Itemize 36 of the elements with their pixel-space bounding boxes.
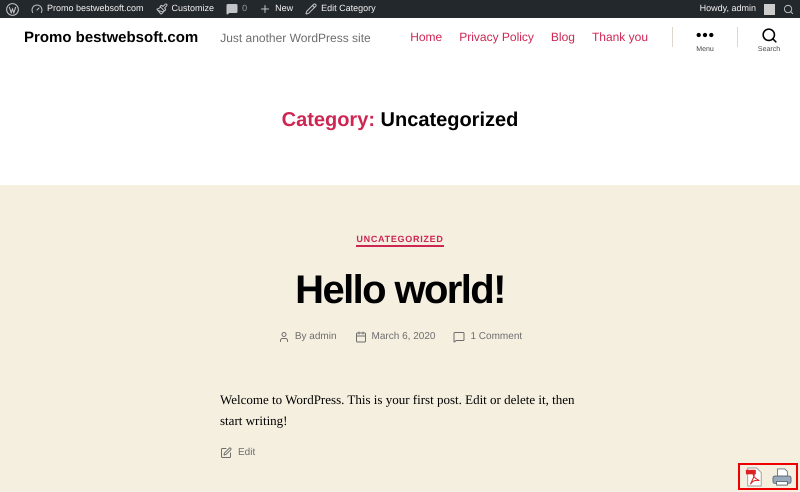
admin-bar-link[interactable]: Customize bbox=[156, 2, 214, 16]
wordpress-logo-icon[interactable] bbox=[6, 2, 19, 16]
dashboard-icon bbox=[31, 3, 43, 15]
pdf-file-icon[interactable] bbox=[744, 466, 762, 486]
category-link[interactable]: UNCATEGORIZED bbox=[356, 233, 444, 247]
edit-icon bbox=[220, 446, 232, 458]
admin-bar-link[interactable]: 0 bbox=[226, 2, 248, 16]
ellipsis-icon bbox=[696, 32, 714, 38]
admin-bar-link[interactable]: Edit Category bbox=[305, 2, 376, 16]
calendar-icon bbox=[354, 330, 367, 342]
nav-link[interactable]: Privacy Policy bbox=[459, 28, 534, 46]
nav-link[interactable]: Thank you bbox=[592, 28, 648, 46]
search-icon[interactable] bbox=[783, 4, 794, 14]
date-link[interactable]: March 6, 2020 bbox=[372, 329, 436, 344]
person-icon bbox=[278, 330, 290, 342]
edit-link[interactable]: Edit bbox=[238, 445, 256, 460]
printer-icon[interactable] bbox=[772, 468, 792, 486]
post-title: Hello world! bbox=[295, 267, 505, 314]
admin-bar-link[interactable]: New bbox=[259, 2, 294, 16]
nav-link[interactable]: Home bbox=[410, 28, 442, 46]
site-title[interactable]: Promo bestwebsoft.com bbox=[24, 27, 198, 50]
nav-link[interactable]: Blog bbox=[550, 28, 575, 46]
post-body: Welcome to WordPress. This is your first post. Edit or delete it, then start writing! bbox=[220, 391, 576, 430]
author-link[interactable]: By admin bbox=[294, 329, 337, 344]
site-tagline: Just another WordPress site bbox=[220, 30, 371, 47]
admin-bar-link[interactable]: Promo bestwebsoft.com bbox=[31, 2, 144, 16]
comment-icon bbox=[453, 330, 466, 342]
comment-icon bbox=[226, 3, 238, 15]
comments-link[interactable]: 1 Comment bbox=[470, 329, 522, 344]
search-icon bbox=[760, 27, 778, 44]
archive-title: Category: Uncategorized bbox=[282, 108, 518, 132]
avatar-icon bbox=[764, 4, 775, 14]
brush-icon bbox=[156, 3, 168, 15]
account-link[interactable]: Howdy, admin bbox=[700, 2, 756, 16]
plus-icon bbox=[259, 3, 272, 15]
pencil-icon bbox=[305, 3, 318, 15]
